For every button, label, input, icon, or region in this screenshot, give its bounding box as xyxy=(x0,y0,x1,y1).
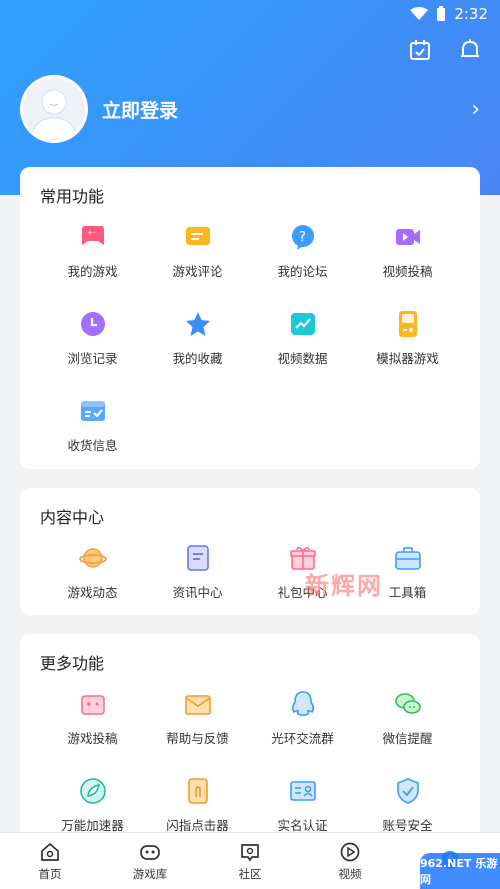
more-functions-card: 更多功能 游戏投稿 帮助与反馈 光环交流群 微信提醒 万能加速器 闪指点击器 实… xyxy=(20,634,480,844)
brand-watermark: 962.NET 乐游网 xyxy=(420,853,500,889)
play-icon xyxy=(340,842,360,861)
watermark-text: 新辉网 xyxy=(305,572,383,600)
nav-game-library[interactable]: 游戏库 xyxy=(100,833,200,889)
mail-icon xyxy=(184,695,211,715)
battery-icon xyxy=(437,6,446,21)
item-label: 工具箱 xyxy=(388,585,427,600)
upload-game-icon xyxy=(80,695,105,715)
card-title-common: 常用功能 xyxy=(40,187,105,206)
community-icon xyxy=(241,843,259,862)
toolbox-icon xyxy=(394,547,421,570)
user-placeholder-icon xyxy=(23,78,85,140)
game-news-item[interactable]: 游戏动态 xyxy=(40,538,145,608)
item-label: 我的论坛 xyxy=(277,264,328,279)
item-label: 我的收藏 xyxy=(172,351,223,366)
item-label: 浏览记录 xyxy=(67,351,118,366)
nav-label: 视频 xyxy=(338,866,362,881)
game-submit-item[interactable]: 游戏投稿 xyxy=(40,684,145,754)
item-label: 帮助与反馈 xyxy=(166,731,229,746)
nav-home[interactable]: 首页 xyxy=(0,833,100,889)
star-icon xyxy=(185,312,210,336)
card-title-more: 更多功能 xyxy=(40,654,105,673)
wechat-icon xyxy=(394,693,421,714)
chevron-right-icon[interactable]: › xyxy=(471,97,480,122)
wechat-reminder-item[interactable]: 微信提醒 xyxy=(355,684,460,754)
common-functions-card: 常用功能 +· 我的游戏 游戏评论 ? 我的论坛 视频投稿 浏览记录 我的收藏 … xyxy=(20,167,480,469)
accelerator-item[interactable]: 万能加速器 xyxy=(40,771,145,841)
rocket-icon xyxy=(79,778,106,804)
game-controller-icon: +· xyxy=(81,226,104,245)
comment-icon xyxy=(185,227,210,245)
nav-label: 游戏库 xyxy=(132,866,168,881)
item-label: 视频投稿 xyxy=(382,264,433,279)
real-name-auth-item[interactable]: 实名认证 xyxy=(250,771,355,841)
content-center-card: 内容中心 游戏动态 资讯中心 礼包中心 工具箱 xyxy=(20,488,480,615)
calendar-check-icon[interactable] xyxy=(408,38,432,62)
bell-icon[interactable] xyxy=(458,38,482,62)
login-text[interactable]: 立即登录 xyxy=(102,96,471,123)
video-submit-item[interactable]: 视频投稿 xyxy=(355,217,460,287)
video-data-item[interactable]: 视频数据 xyxy=(250,304,355,374)
game-comments-item[interactable]: 游戏评论 xyxy=(145,217,250,287)
nav-label: 首页 xyxy=(38,866,62,881)
profile-login-row[interactable]: 立即登录 › xyxy=(20,74,490,144)
item-label: 游戏评论 xyxy=(172,264,223,279)
wifi-icon xyxy=(410,7,429,20)
clock-icon xyxy=(80,312,105,336)
video-camera-icon xyxy=(395,229,420,245)
address-card-icon xyxy=(80,401,105,421)
svg-text:?: ? xyxy=(299,230,306,245)
nav-community[interactable]: 社区 xyxy=(200,833,300,889)
item-label: 游戏投稿 xyxy=(67,731,118,746)
shield-icon xyxy=(396,778,419,804)
item-label: 收货信息 xyxy=(67,438,118,453)
news-center-item[interactable]: 资讯中心 xyxy=(145,538,250,608)
id-card-icon xyxy=(289,781,316,801)
auto-clicker-item[interactable]: 闪指点击器 xyxy=(145,771,250,841)
shipping-info-item[interactable]: 收货信息 xyxy=(40,391,145,461)
my-favorites-item[interactable]: 我的收藏 xyxy=(145,304,250,374)
chart-icon xyxy=(290,313,315,335)
item-label: 微信提醒 xyxy=(382,731,433,746)
nav-label: 社区 xyxy=(238,866,262,881)
my-games-item[interactable]: +· 我的游戏 xyxy=(40,217,145,287)
planet-icon xyxy=(78,548,107,568)
nav-video[interactable]: 视频 xyxy=(300,833,400,889)
my-forum-item[interactable]: ? 我的论坛 xyxy=(250,217,355,287)
header-actions xyxy=(408,38,482,62)
card-title-content: 内容中心 xyxy=(40,508,105,527)
avatar[interactable] xyxy=(20,75,88,143)
browse-history-item[interactable]: 浏览记录 xyxy=(40,304,145,374)
tap-icon xyxy=(187,778,208,804)
help-feedback-item[interactable]: 帮助与反馈 xyxy=(145,684,250,754)
status-time: 2:32 xyxy=(454,5,488,23)
community-group-item[interactable]: 光环交流群 xyxy=(250,684,355,754)
emulator-games-item[interactable]: 模拟器游戏 xyxy=(355,304,460,374)
item-label: 模拟器游戏 xyxy=(376,351,439,366)
gameboy-icon xyxy=(398,311,417,337)
item-label: 游戏动态 xyxy=(67,585,118,600)
document-icon xyxy=(186,545,209,571)
question-bubble-icon: ? xyxy=(291,225,314,250)
item-label: 我的游戏 xyxy=(67,264,118,279)
qq-icon xyxy=(291,691,314,716)
item-label: 视频数据 xyxy=(277,351,328,366)
svg-text:+·: +· xyxy=(87,229,95,237)
account-security-item[interactable]: 账号安全 xyxy=(355,771,460,841)
item-label: 资讯中心 xyxy=(172,585,223,600)
gamepad-icon xyxy=(140,844,160,860)
item-label: 光环交流群 xyxy=(271,731,334,746)
home-icon xyxy=(41,842,59,861)
status-bar: 2:32 xyxy=(0,0,500,28)
